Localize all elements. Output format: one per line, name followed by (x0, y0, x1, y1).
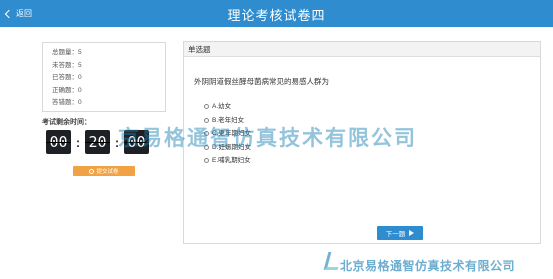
watermark-center: 京易格通智仿真技术有限公司 (118, 127, 417, 150)
stat-answered: 已答题：0 (52, 74, 82, 81)
stat-correct: 正确题：0 (52, 86, 82, 94)
page-title: 理论考核试卷四 (227, 8, 326, 23)
check-circle-icon (89, 168, 95, 174)
timer-minutes: 20 (85, 130, 110, 154)
play-arrow-icon (409, 230, 415, 236)
watermark-bottom: 北京易格通智仿真技术有限公司 (340, 259, 516, 273)
next-question-button[interactable]: 下一题 (377, 226, 423, 240)
option-e[interactable]: E.哺乳期妇女 (204, 154, 251, 168)
question-text: 外阴阴道假丝酵母菌病常见的易感人群为 (194, 77, 329, 86)
timer-colon: : (75, 134, 81, 150)
option-label: E.哺乳期妇女 (212, 157, 251, 164)
submit-exam-button[interactable]: 提交试卷 (73, 166, 135, 176)
timer-label: 考试剩余时间： (42, 119, 91, 126)
question-type: 单选题 (184, 42, 540, 57)
option-a[interactable]: A.幼女 (204, 100, 251, 114)
next-label: 下一题 (385, 231, 406, 238)
exam-stats-panel: 总题量：5 未答题：5 已答题：0 正确题：0 答错题：0 (42, 42, 166, 112)
stat-wrong: 答错题：0 (52, 99, 82, 106)
radio-button[interactable] (204, 158, 209, 164)
option-label: A.幼女 (212, 103, 232, 110)
stat-unanswered: 未答题：5 (52, 61, 82, 69)
header-bar: 返回 理论考核试卷四 (0, 0, 553, 27)
timer-hours: 00 (46, 130, 71, 154)
submit-label: 提交试卷 (96, 169, 119, 175)
stat-total: 总题量：5 (52, 49, 82, 56)
radio-button[interactable] (204, 104, 209, 110)
